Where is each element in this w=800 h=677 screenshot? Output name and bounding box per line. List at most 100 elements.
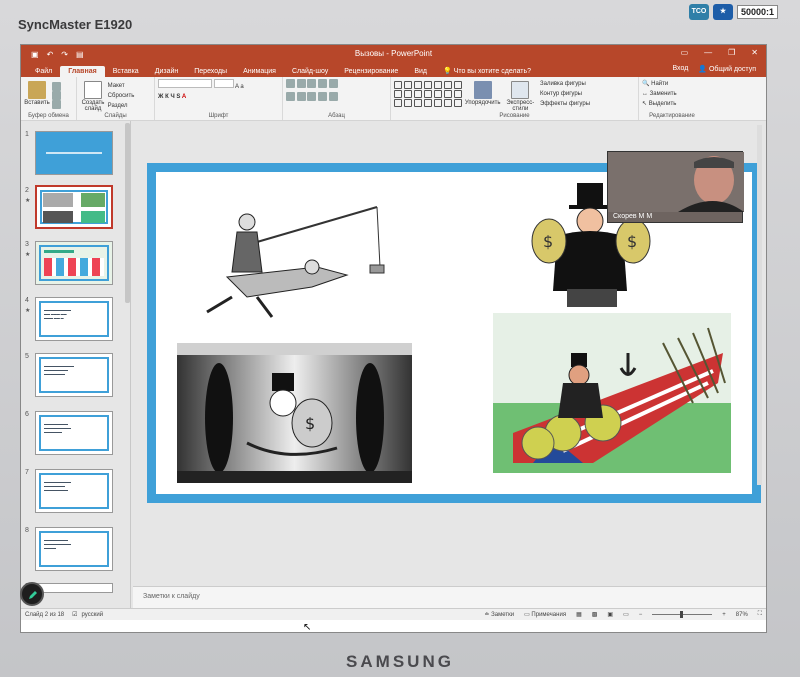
shape-effects-button[interactable]: Эффекты фигуры xyxy=(540,101,590,107)
decrease-indent-icon[interactable] xyxy=(307,79,317,88)
tell-me-box[interactable]: 💡 Что вы хотите сделать? xyxy=(435,65,539,77)
zoom-slider[interactable] xyxy=(652,611,713,618)
spellcheck-icon[interactable]: ☑ xyxy=(72,611,77,618)
reading-view-icon[interactable]: ▣ xyxy=(607,611,613,618)
format-painter-icon[interactable] xyxy=(51,100,61,109)
thumbnail-slide-5[interactable]: ▬▬▬▬▬▬▬▬▬▬ ▬▬▬▬▬▬▬▬ ▬▬▬▬▬▬▬ xyxy=(35,353,113,397)
italic-icon[interactable]: К xyxy=(165,94,169,100)
font-name-select[interactable] xyxy=(158,79,212,88)
cartoon-boat-image[interactable] xyxy=(493,313,731,473)
cartoon-fishing-image[interactable] xyxy=(187,187,387,327)
reset-button[interactable]: Сбросить xyxy=(108,91,135,101)
thumbnail-slide-2[interactable] xyxy=(35,185,113,229)
sorter-view-icon[interactable]: ▩ xyxy=(592,611,598,618)
cut-icon[interactable] xyxy=(51,82,61,91)
thumbnail-slide-8[interactable]: ▬▬▬▬▬▬▬▬ ▬▬▬▬▬▬▬▬▬ ▬▬▬▬ xyxy=(35,527,113,571)
arrange-button[interactable]: Упорядочить xyxy=(465,79,501,106)
tab-review[interactable]: Рецензирование xyxy=(336,66,406,77)
thumb-text: ▬▬▬▬▬▬▬▬▬▬ ▬▬▬▬▬▬▬▬ ▬▬▬▬▬▬▬ xyxy=(44,364,74,376)
maximize-icon[interactable]: ❐ xyxy=(728,48,735,57)
thumb-title-line xyxy=(44,250,74,253)
pen-tool-button[interactable] xyxy=(20,582,44,606)
svg-text:$: $ xyxy=(627,232,637,251)
new-slide-button[interactable]: Создать слайд xyxy=(80,79,106,112)
paste-button[interactable]: Вставить xyxy=(24,79,50,106)
arrange-label: Упорядочить xyxy=(464,100,501,106)
section-button[interactable]: Раздел xyxy=(108,101,128,111)
quick-styles-label: Экспресс-стили xyxy=(506,100,535,112)
tab-file[interactable]: Файл xyxy=(27,66,60,77)
copy-icon[interactable] xyxy=(51,91,61,100)
group-editing: 🔍 Найти ↔ Заменить ↖ Выделить Редактиров… xyxy=(639,77,705,120)
replace-button[interactable]: ↔ Заменить xyxy=(642,91,677,97)
shape-fill-button[interactable]: Заливка фигуры xyxy=(540,81,586,87)
language-indicator[interactable]: русский xyxy=(82,612,104,618)
quick-styles-button[interactable]: Экспресс-стили xyxy=(502,79,538,112)
animation-star-icon: ★ xyxy=(25,198,31,204)
comments-toggle[interactable]: ▭ Примечания xyxy=(524,611,566,618)
thumbnail-slide-3[interactable] xyxy=(35,241,113,285)
tab-slideshow[interactable]: Слайд-шоу xyxy=(284,66,336,77)
monitor-brand: SAMSUNG xyxy=(346,652,454,671)
close-icon[interactable]: ✕ xyxy=(751,48,758,57)
group-clipboard-label: Буфер обмена xyxy=(28,113,69,119)
find-button[interactable]: 🔍 Найти xyxy=(642,81,668,87)
thumbnail-slide-9[interactable] xyxy=(35,583,113,593)
paste-icon xyxy=(28,81,46,99)
columns-icon[interactable] xyxy=(328,92,338,101)
share-button[interactable]: 👤 Общий доступ xyxy=(698,65,756,73)
increase-indent-icon[interactable] xyxy=(318,79,328,88)
new-slide-label: Создать слайд xyxy=(81,100,105,112)
thumb-title-line xyxy=(46,152,102,154)
tab-transitions[interactable]: Переходы xyxy=(186,66,235,77)
tab-home[interactable]: Главная xyxy=(60,66,105,77)
normal-view-icon[interactable]: ▦ xyxy=(576,611,582,618)
notes-toggle[interactable]: ≐ Заметки xyxy=(484,611,514,618)
zoom-out-icon[interactable]: − xyxy=(639,612,643,618)
strike-icon[interactable]: S xyxy=(176,94,180,100)
thumbnail-slide-7[interactable]: ▬▬▬▬▬▬▬▬▬ ▬▬▬▬▬▬▬ ▬▬▬▬▬▬▬▬ xyxy=(35,469,113,513)
login-link[interactable]: Вход xyxy=(672,65,688,73)
align-right-icon[interactable] xyxy=(307,92,317,101)
zoom-level[interactable]: 87% xyxy=(736,612,748,618)
fit-slide-icon[interactable]: ⛶ xyxy=(758,611,762,618)
bullets-icon[interactable] xyxy=(286,79,295,88)
minimize-icon[interactable]: — xyxy=(704,48,712,57)
numbering-icon[interactable] xyxy=(296,79,306,88)
notes-pane[interactable]: Заметки к слайду xyxy=(133,586,766,608)
slideshow-view-icon[interactable]: ▭ xyxy=(623,611,629,618)
shape-outline-button[interactable]: Контур фигуры xyxy=(540,91,582,97)
font-color-icon[interactable]: A xyxy=(182,94,186,100)
tab-design[interactable]: Дизайн xyxy=(147,66,187,77)
line-spacing-icon[interactable] xyxy=(328,79,338,88)
font-size-select[interactable] xyxy=(213,79,234,88)
layout-button[interactable]: Макет xyxy=(108,81,125,91)
svg-text:$: $ xyxy=(543,232,553,251)
grow-font-icon[interactable]: A xyxy=(235,84,239,90)
select-button[interactable]: ↖ Выделить xyxy=(642,101,676,107)
group-paragraph-label: Абзац xyxy=(328,113,345,119)
align-left-icon[interactable] xyxy=(286,92,295,101)
tab-animation[interactable]: Анимация xyxy=(235,66,284,77)
thumbnail-slide-6[interactable]: ▬▬▬▬▬▬▬▬ ▬▬▬▬▬▬▬▬▬ ▬▬▬▬▬▬ xyxy=(35,411,113,455)
bold-icon[interactable]: Ж xyxy=(158,94,163,100)
shrink-font-icon[interactable]: a xyxy=(240,84,243,90)
tab-insert[interactable]: Вставка xyxy=(105,66,147,77)
justify-icon[interactable] xyxy=(318,92,328,101)
thumbnails-scrollbar[interactable] xyxy=(125,123,130,303)
shapes-gallery[interactable] xyxy=(394,81,463,107)
cartoon-monopoly-image[interactable]: $ xyxy=(177,343,412,483)
zoom-slider-thumb[interactable] xyxy=(680,611,684,618)
ribbon-options-icon[interactable]: ▭ xyxy=(681,48,689,57)
align-center-icon[interactable] xyxy=(296,92,306,101)
thumbnail-slide-1[interactable] xyxy=(35,131,113,175)
find-label: Найти xyxy=(651,81,669,87)
thumbnail-slide-4[interactable]: ▬▬▬▬▬▬▬▬▬ ▬▬ ▬▬▬ ▬▬ ▬▬▬ ▬▬ ▬ xyxy=(35,297,113,341)
zoom-in-icon[interactable]: + xyxy=(722,612,726,618)
tab-view[interactable]: Вид xyxy=(406,66,435,77)
title-bar: ▣ ↶ ↷ ▤ Вызовы - PowerPoint ▭ — ❐ ✕ xyxy=(21,45,766,63)
slide-scrollbar[interactable] xyxy=(757,125,762,485)
tell-me-text: Что вы хотите сделать? xyxy=(453,68,532,75)
underline-icon[interactable]: Ч xyxy=(170,94,174,100)
notes-placeholder: Заметки к слайду xyxy=(143,593,200,600)
